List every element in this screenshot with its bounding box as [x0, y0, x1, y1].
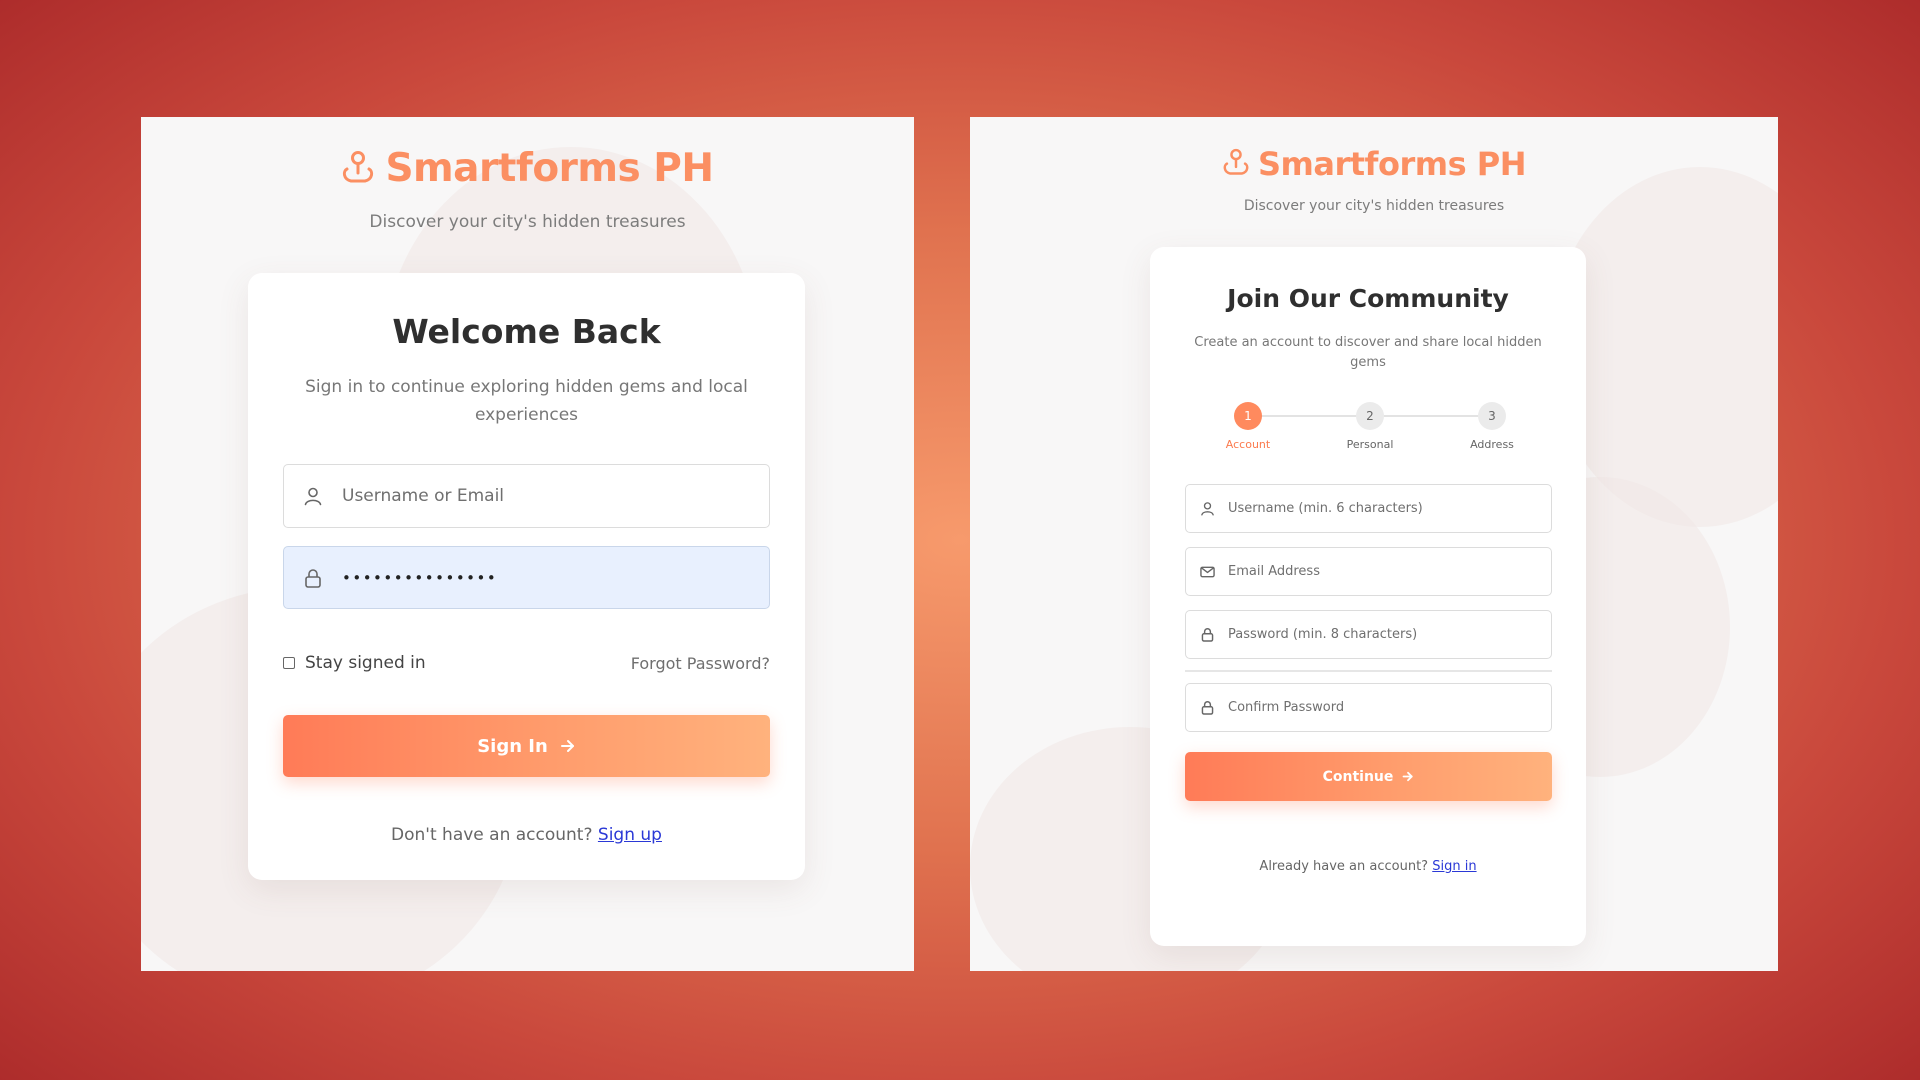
signup-panel: Smartforms PH Discover your city's hidde…	[970, 117, 1778, 971]
password-field[interactable]: Password (min. 8 characters)	[1185, 610, 1552, 659]
step-account: 1 Account	[1203, 402, 1293, 451]
tagline: Discover your city's hidden treasures	[1243, 198, 1505, 214]
email-placeholder: Email Address	[1228, 564, 1320, 579]
remember-checkbox[interactable]: Stay signed in	[283, 653, 426, 673]
username-field[interactable]: Username (min. 6 characters)	[1185, 484, 1552, 533]
sign-in-label: Sign In	[477, 735, 548, 757]
step-personal: 2 Personal	[1325, 402, 1415, 451]
step-number: 1	[1234, 402, 1262, 430]
sign-in-link[interactable]: Sign in	[1432, 859, 1476, 874]
arrow-right-icon	[1402, 771, 1414, 782]
login-title: Welcome Back	[392, 312, 661, 351]
email-field[interactable]: Email Address	[1185, 547, 1552, 596]
brand-header: Smartforms PH	[970, 145, 1778, 183]
user-icon	[284, 486, 342, 506]
envelope-icon	[1186, 566, 1228, 578]
password-strength-bar	[1185, 670, 1552, 672]
signup-title: Join Our Community	[1227, 284, 1509, 313]
username-placeholder: Username (min. 6 characters)	[1228, 501, 1423, 516]
login-subtitle: Sign in to continue exploring hidden gem…	[305, 377, 748, 425]
brand-name: Smartforms PH	[385, 146, 714, 191]
step-number: 2	[1356, 402, 1384, 430]
signup-prompt-text: Don't have an account?	[391, 825, 593, 845]
checkbox-box[interactable]	[283, 657, 295, 669]
forgot-password-link[interactable]: Forgot Password?	[631, 654, 770, 673]
step-label: Address	[1470, 438, 1514, 451]
username-field[interactable]: Username or Email	[283, 464, 770, 528]
signup-subtitle: Create an account to discover and share …	[1194, 335, 1542, 370]
step-address: 3 Address	[1447, 402, 1537, 451]
signin-prompt: Already have an account? Sign in	[1150, 859, 1586, 874]
confirm-password-field[interactable]: Confirm Password	[1185, 683, 1552, 732]
lock-icon	[1186, 627, 1228, 642]
login-options: Stay signed in Forgot Password?	[283, 653, 770, 673]
lock-icon	[1186, 700, 1228, 715]
step-label: Account	[1225, 438, 1271, 451]
remember-label: Stay signed in	[305, 653, 426, 673]
confirm-password-placeholder: Confirm Password	[1228, 700, 1345, 715]
brand-header: Smartforms PH	[141, 146, 914, 191]
user-icon	[1186, 501, 1228, 516]
lock-icon	[284, 568, 342, 588]
continue-button[interactable]: Continue	[1185, 752, 1552, 801]
signup-stepper: 1 Account 2 Personal 3 Address	[1150, 402, 1586, 462]
signin-prompt-text: Already have an account?	[1259, 859, 1429, 874]
step-label: Personal	[1346, 438, 1394, 451]
arrow-right-icon	[560, 739, 576, 753]
continue-label: Continue	[1322, 768, 1394, 785]
password-field[interactable]: •••••••••••••••	[283, 546, 770, 609]
map-pin-icon	[341, 149, 375, 189]
step-number: 3	[1478, 402, 1506, 430]
brand-name: Smartforms PH	[1257, 145, 1527, 183]
tagline: Discover your city's hidden treasures	[369, 212, 686, 232]
sign-in-button[interactable]: Sign In	[283, 715, 770, 777]
signup-prompt: Don't have an account? Sign up	[248, 825, 805, 845]
map-pin-icon	[1222, 147, 1250, 181]
password-placeholder: Password (min. 8 characters)	[1228, 627, 1418, 642]
login-panel: Smartforms PH Discover your city's hidde…	[141, 117, 914, 971]
login-card: Welcome Back Sign in to continue explori…	[248, 273, 805, 880]
signup-card: Join Our Community Create an account to …	[1150, 247, 1586, 946]
sign-up-link[interactable]: Sign up	[598, 825, 662, 845]
username-placeholder: Username or Email	[342, 486, 505, 506]
password-value: •••••••••••••••	[342, 568, 498, 587]
